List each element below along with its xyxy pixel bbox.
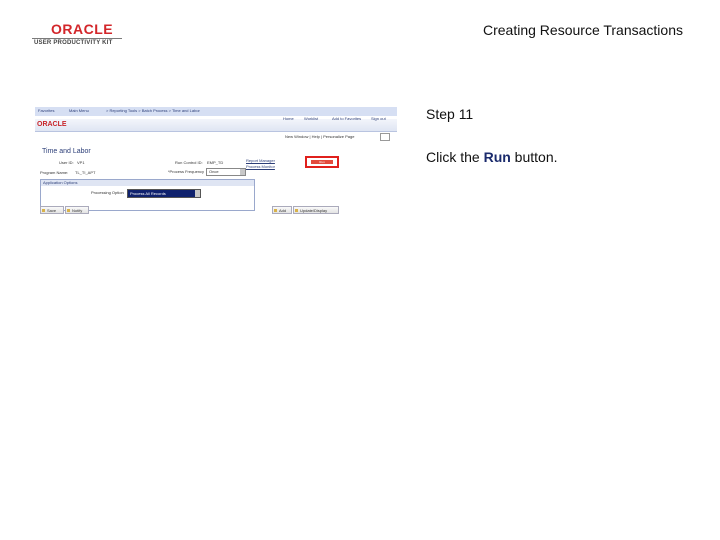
nav-breadcrumb: > Reporting Tools > Batch Process > Time…	[106, 108, 200, 113]
step-label: Step 11	[426, 106, 474, 122]
notify-button[interactable]: Notify	[65, 206, 89, 214]
logo-divider	[32, 38, 122, 39]
instruction-run-keyword: Run	[483, 149, 511, 165]
section-title: Application Options	[43, 180, 78, 185]
update-icon	[295, 209, 298, 212]
report-manager-link[interactable]: Report Manager	[246, 158, 275, 163]
screenshot-window-icon	[380, 133, 390, 141]
link-sign-out: Sign out	[371, 116, 386, 121]
screenshot-oracle-logo: ORACLE	[37, 121, 67, 128]
link-add-favorites: Add to Favorites	[332, 116, 362, 121]
process-monitor-link[interactable]: Process Monitor	[246, 164, 275, 169]
processing-option-select[interactable]: Process All Records	[127, 189, 201, 198]
run-button-highlight[interactable]: Run	[305, 156, 339, 168]
screenshot-new-window-links: New Window | Help | Personalize Page	[285, 134, 355, 139]
user-id-value: VP1	[77, 160, 85, 165]
screenshot-nav-bar: Favorites Main Menu > Reporting Tools > …	[35, 107, 397, 116]
link-home: Home	[283, 116, 294, 121]
section-header: Application Options	[41, 180, 254, 186]
link-worklist: Worklist	[304, 116, 319, 121]
notify-icon	[67, 209, 70, 212]
processing-option-label: Processing Option	[91, 190, 124, 195]
document-title: Creating Resource Transactions	[483, 22, 683, 38]
run-control-value: EMP_TD	[207, 160, 224, 165]
instruction-text: Click the Run button.	[426, 149, 558, 165]
nav-favorites: Favorites	[38, 108, 55, 113]
add-button[interactable]: Add	[272, 206, 292, 214]
screenshot-page-heading: Time and Labor	[42, 148, 91, 155]
run-button[interactable]: Run	[311, 160, 333, 164]
application-screenshot: Favorites Main Menu > Reporting Tools > …	[35, 103, 397, 218]
logo-subtitle: USER PRODUCTIVITY KIT	[34, 40, 113, 46]
update-display-button[interactable]: Update/Display	[293, 206, 339, 214]
process-frequency-select[interactable]: Once	[206, 168, 246, 176]
nav-main-menu: Main Menu	[69, 108, 89, 113]
save-button[interactable]: Save	[40, 206, 64, 214]
oracle-upk-logo: ORACLE USER PRODUCTIVITY KIT	[32, 22, 127, 48]
run-control-label: Run Control ID:	[175, 160, 203, 165]
processing-option-value: Process All Records	[130, 191, 166, 196]
chevron-down-icon	[240, 169, 245, 175]
add-icon	[274, 209, 277, 212]
process-frequency-label: *Process Frequency	[168, 169, 205, 174]
program-name-value: TL_TI_APT	[75, 170, 96, 175]
process-frequency-value: Once	[209, 169, 219, 174]
chevron-down-icon	[195, 190, 200, 197]
user-id-label: User ID:	[59, 160, 74, 165]
save-icon	[42, 209, 45, 212]
logo-wordmark: ORACLE	[51, 21, 114, 37]
program-name-label: Program Name:	[40, 170, 69, 175]
